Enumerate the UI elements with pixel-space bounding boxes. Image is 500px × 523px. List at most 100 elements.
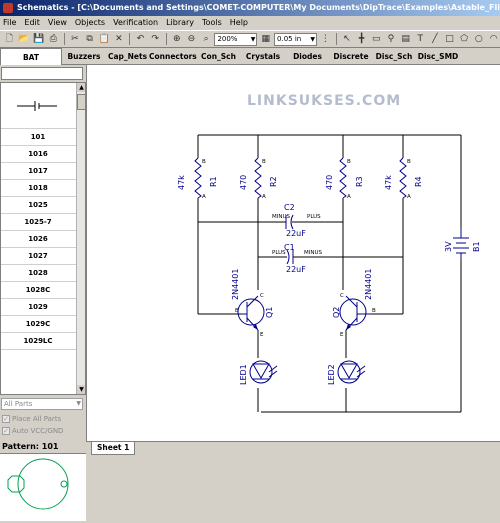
r4-value-label: 47k: [384, 175, 393, 190]
library-tab-diodes[interactable]: Diodes: [285, 48, 330, 65]
parts-filter-select[interactable]: All Parts: [1, 398, 83, 410]
pin-label: E: [260, 332, 264, 338]
zoom-select[interactable]: 200%: [214, 32, 258, 46]
list-item[interactable]: 1017: [1, 163, 85, 180]
pattern-preview: [0, 453, 86, 521]
menu-view[interactable]: View: [48, 16, 67, 30]
undo-icon[interactable]: ↶: [134, 33, 147, 46]
footprint-preview-icon: [7, 458, 69, 510]
print-icon[interactable]: ⎙: [47, 33, 60, 46]
led2-ref-label: LED2: [327, 364, 336, 385]
list-item[interactable]: 1029LC: [1, 333, 85, 350]
c2-plus-pin-label: PLUS: [307, 214, 321, 220]
auto-vcc-gnd-checkbox[interactable]: ✓ Auto VCC/GND: [2, 427, 63, 435]
r2-ref-label: R2: [269, 176, 278, 187]
place-all-parts-checkbox[interactable]: ✓ Place All Parts: [2, 415, 61, 423]
list-item[interactable]: 1018: [1, 180, 85, 197]
pin-label: E: [340, 332, 344, 338]
pin-label: A: [202, 194, 206, 200]
list-item[interactable]: 1028C: [1, 282, 85, 299]
polygon-icon[interactable]: ⬠: [458, 33, 471, 46]
list-item[interactable]: 1025-7: [1, 214, 85, 231]
menu-edit[interactable]: Edit: [24, 16, 40, 30]
scroll-thumb[interactable]: [77, 94, 85, 110]
component-list[interactable]: 101 1016 1017 1018 1025 1025-7 1026 1027…: [0, 82, 86, 395]
copy-icon[interactable]: ⧉: [83, 33, 96, 46]
library-tab-buzzers[interactable]: Buzzers: [62, 48, 106, 65]
library-tab-bat[interactable]: BAT: [0, 48, 62, 65]
library-tab-disc-sch[interactable]: Disc_Sch: [372, 48, 416, 65]
library-tab-connectors[interactable]: Connectors: [149, 48, 197, 65]
pin-label: A: [262, 194, 266, 200]
menu-verification[interactable]: Verification: [113, 16, 158, 30]
scroll-up-icon[interactable]: ▲: [77, 83, 85, 92]
menu-objects[interactable]: Objects: [75, 16, 105, 30]
window-title: Schematics - [C:\Documents and Settings\…: [17, 3, 500, 12]
pin-label: B: [262, 159, 266, 165]
list-item[interactable]: 1025: [1, 197, 85, 214]
grid-icon[interactable]: ▦: [259, 33, 272, 46]
sheet-tabs-bar: Sheet 1: [86, 441, 500, 456]
menu-library[interactable]: Library: [166, 16, 194, 30]
checkbox-icon: ✓: [2, 427, 10, 435]
pattern-label: Pattern: 101: [2, 442, 59, 451]
menu-file[interactable]: File: [3, 16, 16, 30]
auto-vcc-gnd-label: Auto VCC/GND: [12, 427, 64, 435]
zoom-fit-icon[interactable]: ⌕: [200, 33, 213, 46]
arc-icon[interactable]: ◠: [487, 33, 500, 46]
schematic-drawing: 47k R1 470 R2 470 R3 47k R4 C2 22uF C1 2…: [177, 134, 481, 413]
schematic-canvas[interactable]: LINKSUKSES.COM 47k R1 470 R2 470 R3 47k …: [86, 65, 500, 441]
library-tab-cap-nets[interactable]: Cap_Nets: [106, 48, 149, 65]
q1-type-label: 2N4401: [231, 269, 240, 300]
list-item[interactable]: 1028: [1, 265, 85, 282]
library-tab-disc-smd[interactable]: Disc_SMD: [416, 48, 460, 65]
library-tab-crystals[interactable]: Crystals: [241, 48, 285, 65]
zoom-in-icon[interactable]: ⊕: [170, 33, 183, 46]
battery-symbol-icon: [17, 101, 57, 111]
grid-select[interactable]: 0.05 in: [274, 32, 317, 46]
list-item[interactable]: 1029C: [1, 316, 85, 333]
battery-ref-label: B1: [472, 241, 481, 252]
cut-icon[interactable]: ✂: [69, 33, 82, 46]
component-filter-input[interactable]: [1, 67, 83, 80]
net-ports-icon[interactable]: ▤: [399, 33, 412, 46]
pointer-icon[interactable]: ↖: [341, 33, 354, 46]
pin-label: B: [347, 159, 351, 165]
text-icon[interactable]: T: [414, 33, 427, 46]
list-item[interactable]: 1016: [1, 146, 85, 163]
sheet-tab-1[interactable]: Sheet 1: [91, 442, 136, 455]
c1-value-label: 22uF: [286, 265, 306, 274]
menu-help[interactable]: Help: [230, 16, 248, 30]
save-icon[interactable]: 💾: [32, 33, 45, 46]
circle-icon[interactable]: ○: [473, 33, 486, 46]
redo-icon[interactable]: ↷: [149, 33, 162, 46]
toolbar-separator: [129, 33, 131, 45]
list-item[interactable]: 1026: [1, 231, 85, 248]
open-file-icon[interactable]: 📂: [18, 33, 31, 46]
place-all-parts-label: Place All Parts: [12, 415, 62, 423]
led1-ref-label: LED1: [239, 364, 248, 385]
r2-value-label: 470: [239, 175, 248, 190]
wire-icon[interactable]: ╋: [355, 33, 368, 46]
scroll-down-icon[interactable]: ▼: [77, 385, 85, 394]
list-scrollbar[interactable]: ▲ ▼: [76, 83, 85, 394]
list-item[interactable]: 101: [1, 129, 85, 146]
q2-type-label: 2N4401: [364, 269, 373, 300]
library-tab-discrete[interactable]: Discrete: [330, 48, 372, 65]
new-file-icon[interactable]: 🗋: [3, 33, 16, 46]
library-tab-con-sch[interactable]: Con_Sch: [196, 48, 241, 65]
find-icon[interactable]: ⚲: [385, 33, 398, 46]
list-item[interactable]: 1027: [1, 248, 85, 265]
bus-icon[interactable]: ▭: [370, 33, 383, 46]
zoom-out-icon[interactable]: ⊖: [185, 33, 198, 46]
component-preview[interactable]: [1, 83, 85, 129]
line-icon[interactable]: ╱: [429, 33, 442, 46]
paste-icon[interactable]: 📋: [98, 33, 111, 46]
delete-icon[interactable]: ✕: [113, 33, 126, 46]
grid-toggle-icon[interactable]: ⋮: [319, 33, 332, 46]
list-item[interactable]: 1029: [1, 299, 85, 316]
rectangle-icon[interactable]: □: [443, 33, 456, 46]
menu-tools[interactable]: Tools: [202, 16, 222, 30]
pin-label: A: [347, 194, 351, 200]
pin-label: C: [260, 293, 264, 299]
